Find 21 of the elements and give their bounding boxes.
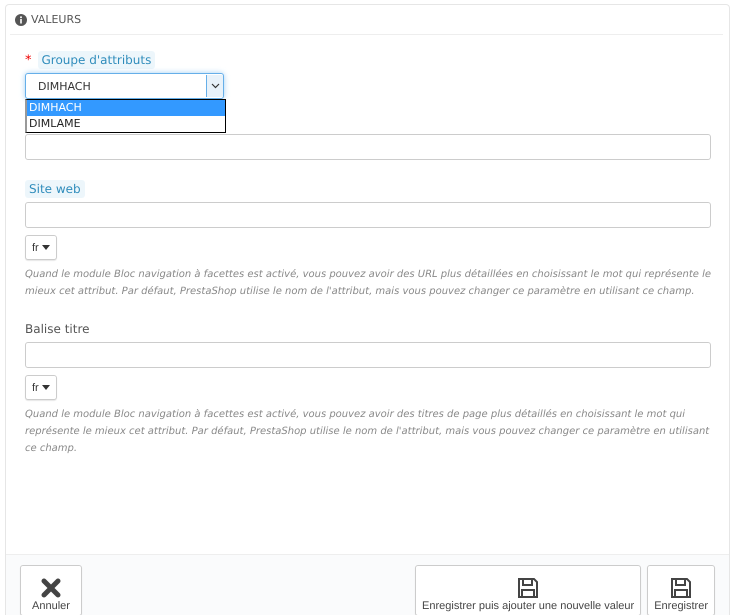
text-field[interactable] [25,342,711,368]
caret-icon [42,385,50,390]
footer-button[interactable]: Enregistrer puis ajouter une nouvelle valeur [415,565,642,615]
language-dropdown[interactable]: fr [25,375,57,400]
close-icon [39,576,63,600]
help-text: Quand le module Bloc navigation à facettes est activé, vous pouvez avoir des URL plus détaillées en choisissant le mot qui représente le mieux cet attribut. Par défaut, PrestaShop utilise le nom de l'attribut, mais vous pouvez changer ce paramètre en utilisant ce champ. [25,268,712,299]
required-mark: * [25,52,32,68]
footer-button[interactable]: Annuler [20,565,82,615]
field-label: Site web [25,180,85,198]
text-field[interactable] [25,134,711,160]
field-label: Groupe d'attributs [38,51,156,69]
caret-icon [42,245,50,250]
info-icon [15,14,27,26]
text-field[interactable] [25,202,711,228]
field-label: Balise titre [25,322,90,336]
footer-button[interactable]: Enregistrer [647,565,715,615]
select-field[interactable]: DIMHACH [25,73,224,99]
dropdown-option[interactable]: DIMLAME [27,116,225,132]
help-text: Quand le module Bloc navigation à facettes est activé, vous pouvez avoir des titres de page plus détaillés en choisissant le mot qui représente le mieux cet attribut. Par défaut, PrestaShop utilise le nom de l'attribut, mais vous pouvez changer ce paramètre en utilisant ce champ. [25,408,710,456]
language-dropdown[interactable]: fr [25,235,57,260]
panel-title: VALEURS [31,13,82,26]
